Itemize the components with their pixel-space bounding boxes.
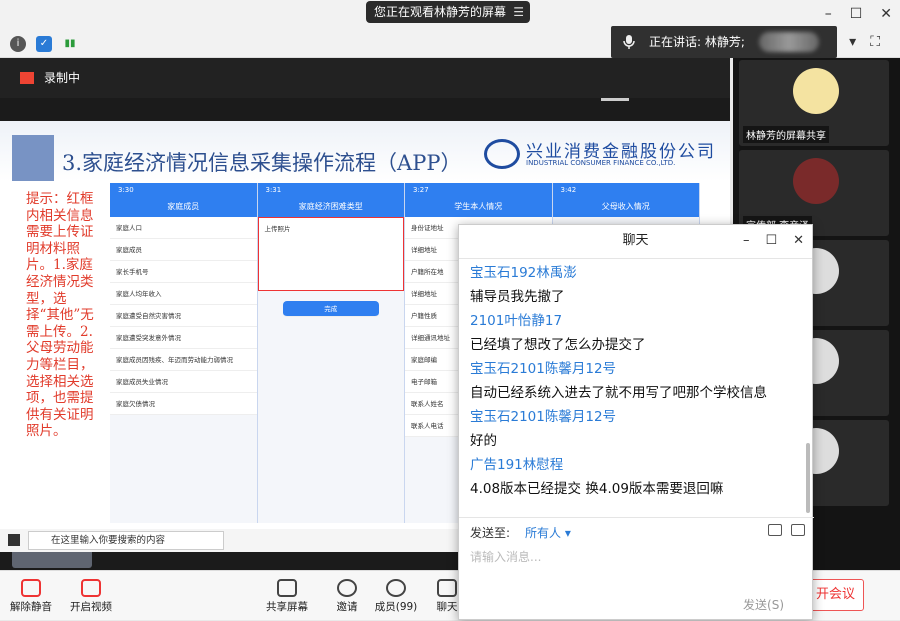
- image-icon[interactable]: [768, 524, 782, 536]
- avatar: [793, 158, 839, 204]
- start-video-button[interactable]: 开启视频: [68, 571, 114, 621]
- message-input[interactable]: 请输入消息...: [470, 548, 541, 565]
- file-icon[interactable]: [791, 524, 805, 536]
- avatar: [793, 68, 839, 114]
- mic-icon: [623, 35, 635, 49]
- recipient-select[interactable]: 所有人 ▾: [525, 524, 571, 541]
- message-sender: 宝玉石2101陈馨月12号: [470, 409, 617, 425]
- chat-icon: [437, 579, 457, 597]
- maximize-icon[interactable]: ☐: [850, 6, 863, 22]
- message-sender: 广告191林慰程: [470, 457, 564, 473]
- slide-accent-block: [12, 135, 54, 181]
- windows-start-icon: [8, 534, 20, 546]
- slide-tip-text: 提示：红框内相关信息需要上传证明材料照片。1.家庭经济情况类型，选择“其他”无需…: [26, 191, 94, 440]
- chat-messages: 宝玉石192林禹澎 辅导员我先撤了 2101叶怡静17 已经填了想改了怎么办提交了 宝玉…: [459, 259, 814, 517]
- phone-form-row: 家庭遭受突发意外情况: [110, 327, 257, 349]
- view-controls: ▾ ⛶: [849, 34, 880, 50]
- screen-share-banner[interactable]: 您正在观看林静芳的屏幕 ☰: [366, 1, 530, 23]
- share-screen-icon: [277, 579, 297, 597]
- message-sender: 宝玉石2101陈馨月12号: [470, 361, 617, 377]
- phone-form-row: 家长手机号: [110, 261, 257, 283]
- menu-icon[interactable]: ☰: [513, 1, 524, 23]
- phone-screen-title: 家庭经济困难类型: [257, 197, 404, 217]
- participant-name: 林静芳的屏幕共享: [743, 126, 829, 143]
- people-icon: [386, 579, 406, 597]
- signal-icon[interactable]: ▮▮: [62, 36, 78, 52]
- chat-title: 聊天: [622, 233, 649, 248]
- chat-window: 聊天 – ☐ ✕ 宝玉石192林禹澎 辅导员我先撤了 2101叶怡静17 已经填了想改…: [458, 224, 814, 621]
- close-icon[interactable]: ✕: [880, 6, 892, 22]
- phone-status-time: 3:31: [257, 183, 404, 197]
- speaking-indicator: 正在讲话: 林静芳;: [611, 26, 837, 58]
- phone-form-row: 家庭人口: [110, 217, 257, 239]
- message-text: 已经填了想改了怎么办提交了: [470, 337, 646, 353]
- phone-form-row: 家庭成员: [110, 239, 257, 261]
- phone-screen: 3:31 家庭经济困难类型 上传照片完成: [257, 183, 405, 523]
- chat-header: 聊天 – ☐ ✕: [459, 225, 812, 259]
- chat-window-controls: – ☐ ✕: [743, 225, 804, 257]
- camera-off-icon: [81, 579, 101, 597]
- speaking-text: 正在讲话: 林静芳;: [649, 35, 745, 49]
- phone-status-time: 3:30: [110, 183, 257, 197]
- window-controls: – ☐ ✕: [825, 6, 892, 22]
- phone-screen-title: 父母收入情况: [552, 197, 699, 217]
- message-sender: 宝玉石192林禹澎: [470, 265, 577, 281]
- send-to-label: 发送至:: [470, 526, 511, 540]
- minimize-icon[interactable]: –: [743, 225, 750, 257]
- divider: [601, 98, 629, 101]
- invite-button[interactable]: 邀请: [330, 571, 364, 621]
- recording-label: 录制中: [44, 71, 81, 85]
- add-user-icon: [337, 579, 357, 597]
- minimize-icon[interactable]: –: [825, 6, 832, 22]
- chat-button[interactable]: 聊天: [434, 571, 460, 621]
- taskbar-search: 在这里输入你要搜索的内容: [28, 531, 224, 550]
- phone-form-row: 家庭遭受自然灾害情况: [110, 305, 257, 327]
- phone-screen-title: 学生本人情况: [405, 197, 552, 217]
- phone-status-time: 3:27: [405, 183, 552, 197]
- top-bar: 您正在观看林静芳的屏幕 ☰ – ☐ ✕ i ✓ ▮▮ 正在讲话: 林静芳; ▾ …: [0, 0, 900, 58]
- phone-screen: 3:30 家庭成员 家庭人口 家庭成员 家长手机号 家庭人均年收入 家庭遭受自然灾害情况 家庭…: [110, 183, 258, 523]
- chevron-down-icon[interactable]: ▾: [849, 34, 856, 50]
- phone-form-row: 家庭成员失业情况: [110, 371, 257, 393]
- company-logo: [484, 139, 520, 169]
- chat-scrollbar[interactable]: [806, 443, 810, 513]
- leave-meeting-button[interactable]: 开会议: [808, 579, 864, 611]
- company-name-en: INDUSTRIAL CONSUMER FINANCE CO.,LTD.: [526, 159, 676, 167]
- members-button[interactable]: 成员(99): [374, 571, 418, 621]
- maximize-icon[interactable]: ☐: [765, 225, 777, 257]
- blurred-name: [759, 32, 819, 52]
- unmute-button[interactable]: 解除静音: [8, 571, 54, 621]
- phone-form-row: 完成: [282, 301, 379, 317]
- phone-form-row: 家庭成员因残疾、年迈而劳动能力弱情况: [110, 349, 257, 371]
- share-screen-button[interactable]: 共享屏幕: [264, 571, 310, 621]
- message-text: 好的: [470, 433, 497, 449]
- slide-title: 3.家庭经济情况信息采集操作流程（APP）: [62, 151, 462, 175]
- phone-form-row: 家庭欠债情况: [110, 393, 257, 415]
- share-banner-text: 您正在观看林静芳的屏幕: [374, 5, 507, 19]
- chat-composer: 发送至: 所有人 ▾ 请输入消息... 发送(S): [459, 517, 814, 621]
- phone-form-row: 家庭人均年收入: [110, 283, 257, 305]
- phone-form-row: 上传照片: [257, 217, 404, 291]
- message-text: 自动已经系统入进去了就不用写了吧那个学校信息: [470, 385, 767, 401]
- phone-status-time: 3:42: [552, 183, 699, 197]
- message-text: 4.08版本已经提交 换4.09版本需要退回嘛: [470, 481, 724, 497]
- shield-icon[interactable]: ✓: [36, 36, 52, 52]
- close-icon[interactable]: ✕: [793, 225, 804, 257]
- slide-header: 3.家庭经济情况信息采集操作流程（APP） 兴业消费金融股份公司 INDUSTR…: [0, 121, 730, 181]
- mic-muted-icon: [21, 579, 41, 597]
- recording-bar: 录制中: [0, 58, 730, 101]
- phone-screen-title: 家庭成员: [110, 197, 257, 217]
- send-button[interactable]: 发送(S): [743, 596, 784, 613]
- message-text: 辅导员我先撤了: [470, 289, 565, 305]
- participant-tile[interactable]: 林静芳的屏幕共享: [739, 60, 889, 146]
- message-sender: 2101叶怡静17: [470, 313, 563, 329]
- cloud-record-icon: [20, 72, 34, 84]
- fullscreen-icon[interactable]: ⛶: [870, 34, 880, 50]
- info-icon[interactable]: i: [10, 36, 26, 52]
